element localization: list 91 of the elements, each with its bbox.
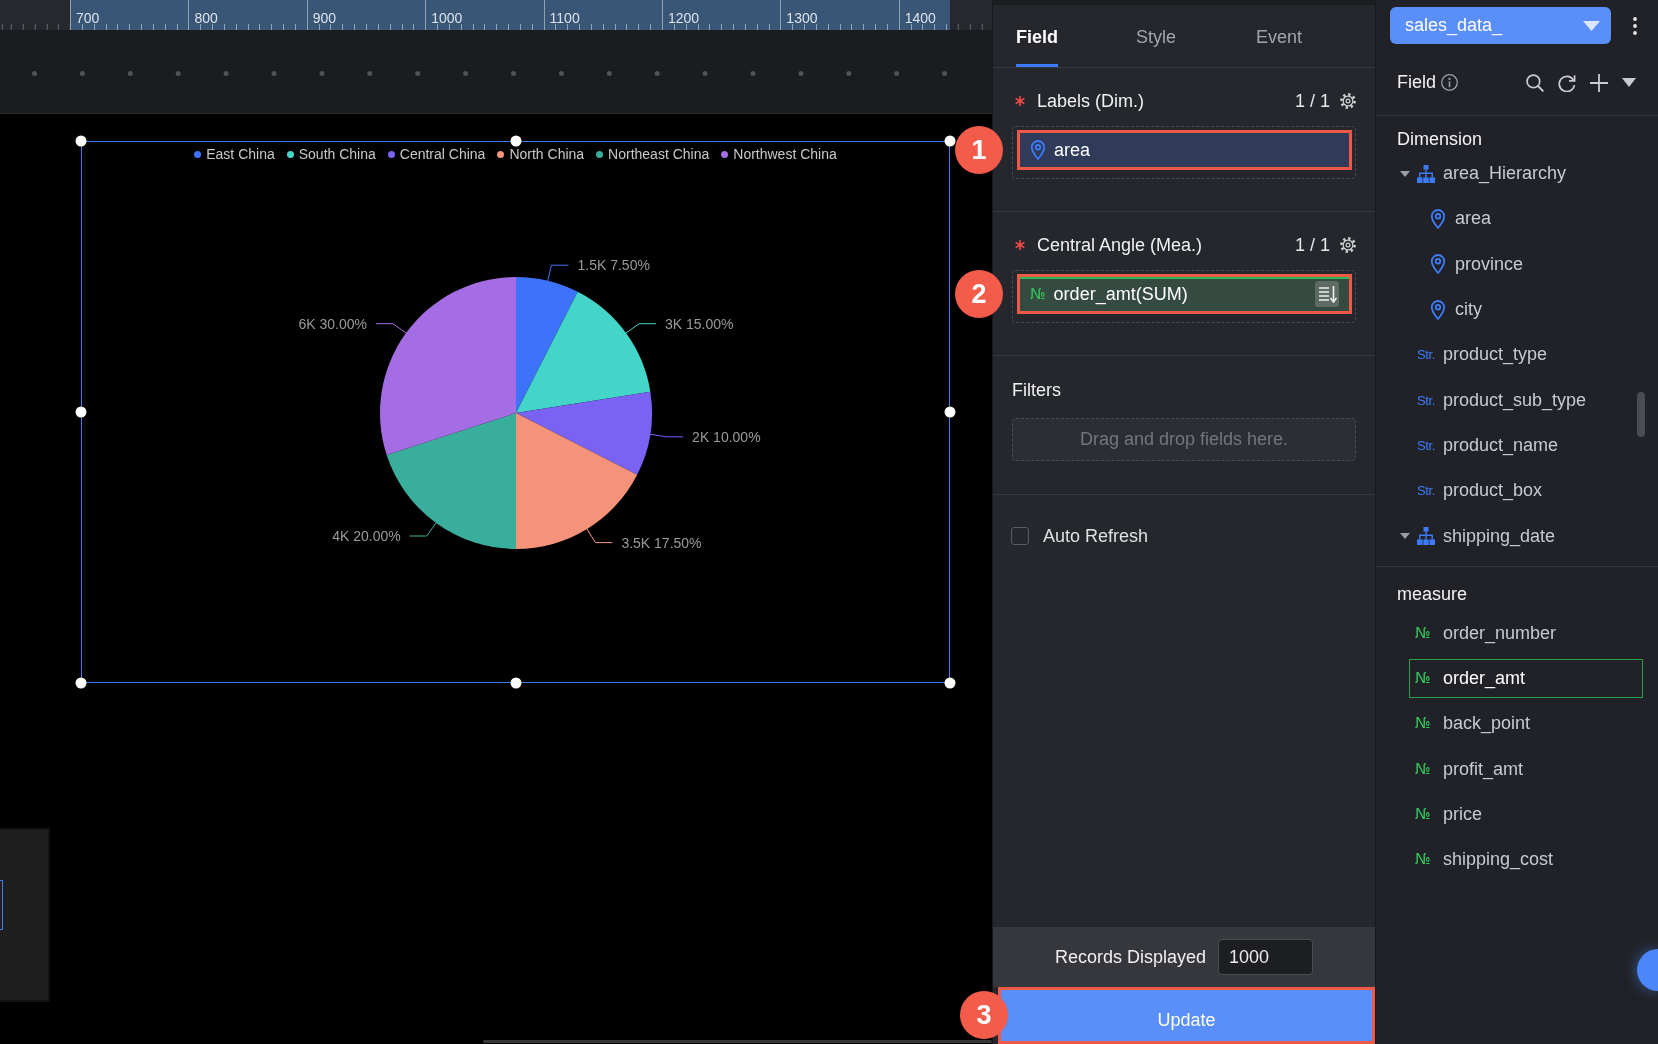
location-pin-icon	[1430, 299, 1446, 320]
type-label: Str.	[1417, 438, 1435, 452]
legend-label: North China	[509, 145, 585, 163]
type-label: Str.	[1417, 393, 1435, 407]
number-sign-icon: №	[1415, 625, 1431, 641]
sort-descending-icon[interactable]	[1315, 281, 1339, 307]
number-sign-icon: №	[1415, 852, 1431, 868]
field-item[interactable]: Str. product_type	[1397, 335, 1636, 375]
field-item[interactable]: Str. product_box	[1397, 471, 1636, 511]
field-slot[interactable]: № order_amt(SUM)	[1012, 270, 1356, 323]
number-sign-icon: №	[1415, 716, 1431, 732]
caret-down-icon[interactable]	[1622, 78, 1636, 87]
field-item[interactable]: city	[1409, 289, 1636, 330]
field-item[interactable]: Str. product_name	[1397, 425, 1636, 466]
ruler-label: 1100	[549, 10, 580, 26]
data-label: 1.5K 7.50%	[577, 257, 650, 274]
resize-handle[interactable]	[510, 677, 521, 689]
field-item[interactable]: № order_amt	[1409, 658, 1643, 699]
field-chip[interactable]: № order_amt(SUM)	[1017, 274, 1352, 314]
resize-handle[interactable]	[75, 677, 87, 689]
field-item[interactable]: № price	[1409, 794, 1643, 835]
caret-down-icon	[1583, 20, 1600, 31]
refresh-icon[interactable]	[1558, 73, 1576, 92]
callout-badge: 1	[955, 126, 1003, 174]
field-item[interactable]: № shipping_cost	[1409, 840, 1643, 880]
field-count: 1 / 1	[1294, 234, 1330, 257]
ruler-label: 900	[312, 10, 337, 26]
legend-label: Northeast China	[608, 145, 710, 163]
legend-label: South China	[298, 145, 376, 163]
location-pin-icon	[1430, 254, 1446, 275]
hierarchy-icon	[1417, 527, 1435, 545]
number-sign-icon: №	[1415, 671, 1431, 687]
resize-handle[interactable]	[944, 135, 956, 147]
records-input[interactable]: 1000	[1218, 939, 1314, 975]
section-title: measure	[1396, 582, 1469, 606]
location-pin-icon	[1030, 140, 1046, 160]
tab[interactable]: Style	[1136, 26, 1177, 67]
resize-handle[interactable]	[944, 677, 956, 689]
panel-title: Field	[1397, 71, 1436, 94]
tab[interactable]: Event	[1256, 26, 1303, 67]
data-label: 3K 15.00%	[665, 315, 734, 332]
field-item[interactable]: area	[1409, 199, 1636, 239]
field-count: 1 / 1	[1294, 90, 1330, 113]
number-sign-icon: №	[1415, 807, 1431, 822]
ruler-label: 700	[76, 10, 100, 26]
number-sign-icon: №	[1030, 286, 1046, 302]
field-item[interactable]: Str. product_sub_type	[1397, 380, 1636, 420]
section-title: Labels (Dim.)	[1037, 90, 1145, 113]
resize-handle[interactable]	[944, 406, 956, 418]
field-item[interactable]: area_Hierarchy	[1397, 154, 1636, 194]
type-label: Str.	[1417, 348, 1435, 362]
section-title: Dimension	[1396, 128, 1484, 151]
field-item[interactable]: province	[1409, 244, 1636, 284]
search-icon[interactable]	[1526, 73, 1544, 92]
ruler-label: 1400	[904, 10, 936, 26]
number-sign-icon: №	[1415, 761, 1431, 777]
section-title: Filters	[1012, 379, 1061, 402]
gear-icon[interactable]	[1340, 237, 1356, 253]
checkbox-label: Auto Refresh	[1043, 525, 1149, 548]
data-label: 6K 30.00%	[298, 315, 367, 332]
ruler-label: 800	[194, 10, 218, 26]
field-item[interactable]: № order_number	[1409, 613, 1643, 653]
scrollbar-thumb[interactable]	[1637, 392, 1645, 437]
ruler-label: 1200	[667, 10, 700, 26]
location-pin-icon	[1430, 208, 1446, 229]
gear-icon[interactable]	[1340, 93, 1356, 109]
data-label: 2K 10.00%	[692, 428, 761, 445]
type-label: Str.	[1417, 484, 1435, 498]
resize-handle[interactable]	[75, 406, 87, 418]
more-icon[interactable]	[1633, 16, 1637, 35]
legend-label: Northwest China	[733, 145, 837, 163]
legend-label: Central China	[399, 145, 486, 163]
ruler-label: 1000	[431, 10, 463, 26]
field-item[interactable]: shipping_date	[1397, 516, 1636, 556]
field-item[interactable]: № profit_amt	[1409, 749, 1643, 789]
hierarchy-icon	[1417, 164, 1435, 183]
section-title: Central Angle (Mea.)	[1037, 234, 1203, 257]
tab[interactable]: Field	[1016, 26, 1058, 67]
field-chip[interactable]: area	[1017, 130, 1352, 170]
records-label: Records Displayed	[1054, 945, 1207, 969]
floating-button[interactable]	[1637, 949, 1658, 991]
field-item[interactable]: № back_point	[1409, 704, 1643, 744]
field-slot[interactable]: area	[1012, 126, 1356, 179]
resize-handle[interactable]	[75, 135, 87, 147]
ruler-label: 1300	[786, 10, 818, 26]
plus-icon[interactable]	[1590, 73, 1608, 92]
legend-label: East China	[206, 145, 275, 163]
resize-handle[interactable]	[510, 135, 521, 147]
scrollbar[interactable]	[483, 1040, 992, 1043]
info-icon	[1441, 74, 1458, 91]
checkbox[interactable]	[1011, 527, 1029, 545]
